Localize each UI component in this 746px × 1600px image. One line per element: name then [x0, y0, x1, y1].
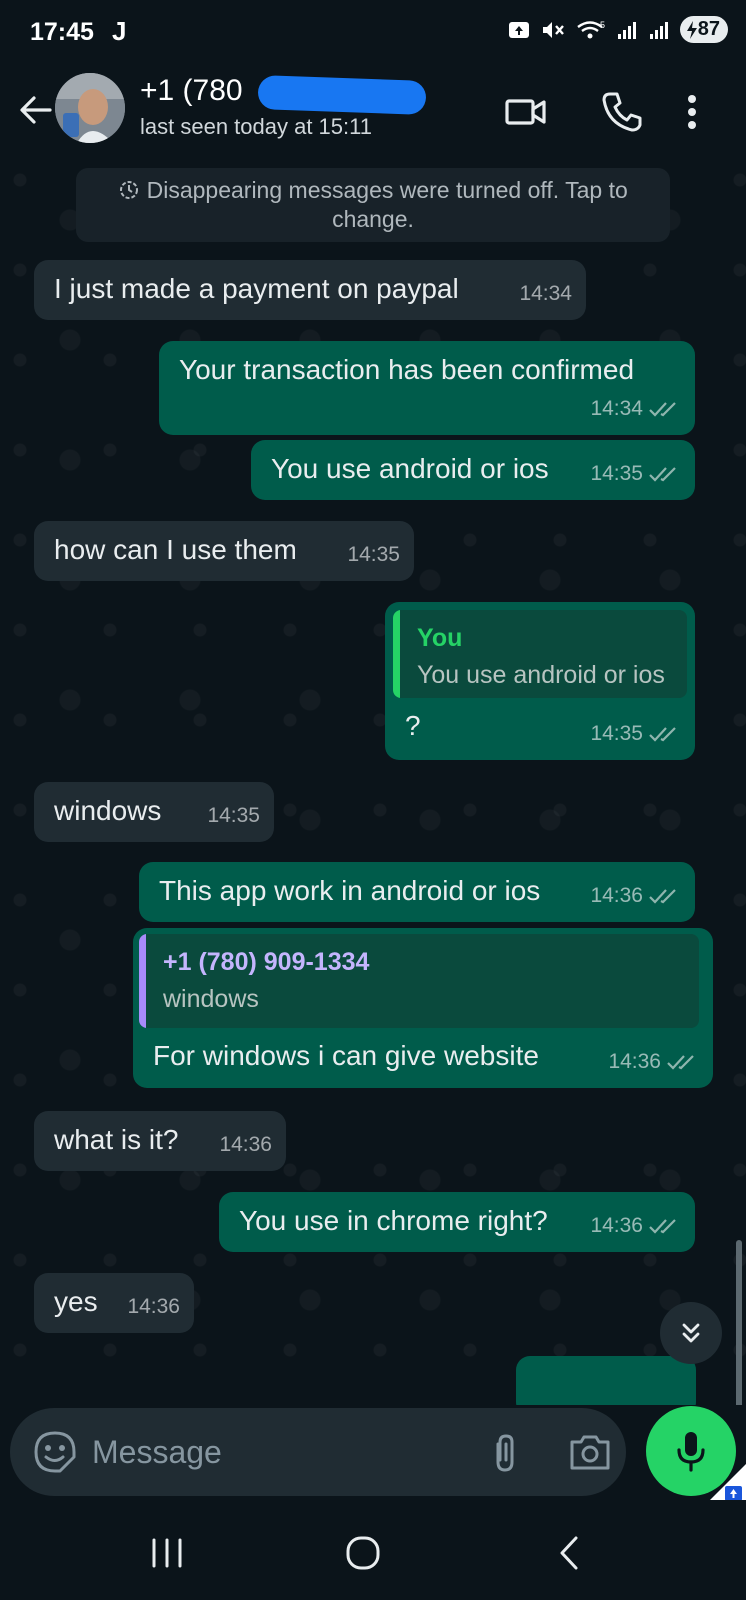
- message-time: 14:36: [590, 884, 643, 907]
- message-bubble-outgoing[interactable]: This app work in android or ios 14:36: [139, 862, 695, 922]
- message-bubble-outgoing[interactable]: You use in chrome right? 14:36: [219, 1192, 695, 1252]
- quote-author: You: [417, 624, 463, 652]
- scrollbar[interactable]: [736, 1240, 742, 1405]
- back-arrow-icon[interactable]: [14, 88, 58, 132]
- quote-text: You use android or ios: [417, 661, 665, 689]
- read-ticks-icon: [667, 1055, 694, 1070]
- back-nav-icon[interactable]: [544, 1530, 594, 1576]
- message-time: 14:35: [207, 804, 260, 827]
- message-text: For windows i can give website: [153, 1040, 539, 1071]
- message-bubble-outgoing-reply[interactable]: +1 (780) 909-1334 windows For windows i …: [133, 928, 713, 1088]
- read-ticks-icon: [649, 467, 676, 482]
- message-meta: 14:36: [608, 1044, 699, 1080]
- recent-apps-icon[interactable]: [142, 1530, 192, 1576]
- disappearing-messages-notice[interactable]: Disappearing messages were turned off. T…: [76, 168, 670, 242]
- notification-app-icon: J: [112, 16, 127, 46]
- read-ticks-icon: [649, 402, 676, 417]
- chat-area[interactable]: Disappearing messages were turned off. T…: [0, 160, 746, 1405]
- message-bubble-incoming[interactable]: windows 14:35: [34, 782, 274, 842]
- avatar[interactable]: [55, 73, 125, 143]
- message-bubble-incoming[interactable]: what is it? 14:36: [34, 1111, 286, 1171]
- message-input[interactable]: [92, 1424, 462, 1480]
- message-meta: 14:36: [590, 1208, 681, 1244]
- scroll-to-bottom-button[interactable]: [660, 1302, 722, 1364]
- message-text: ?: [405, 710, 421, 741]
- battery-indicator: 87: [679, 16, 728, 43]
- disappearing-notice-text: Disappearing messages were turned off. T…: [146, 177, 628, 232]
- message-bubble-outgoing-reply[interactable]: You You use android or ios ? 14:35: [385, 602, 695, 760]
- message-text: This app work in android or ios: [159, 875, 541, 906]
- last-seen-status: last seen today at 15:11: [140, 114, 372, 139]
- quote-text: windows: [163, 985, 259, 1013]
- message-text: yes: [54, 1286, 98, 1317]
- status-time: 17:45: [30, 18, 94, 46]
- message-text: Your transaction has been confirmed: [179, 354, 635, 385]
- status-bar: 17:45 J 5 87: [0, 0, 746, 64]
- system-navigation-bar: [0, 1500, 746, 1600]
- battery-level: 87: [697, 18, 720, 40]
- sticker-emoji-icon[interactable]: [32, 1429, 78, 1475]
- read-ticks-icon: [649, 889, 676, 904]
- message-meta: 14:34: [519, 276, 572, 312]
- message-text: how can I use them: [54, 534, 297, 565]
- message-time: 14:35: [347, 543, 400, 566]
- quote-accent-bar: [139, 934, 146, 1028]
- message-meta: 14:35: [590, 456, 681, 492]
- message-bubble-incoming[interactable]: I just made a payment on paypal 14:34: [34, 260, 586, 320]
- message-time: 14:36: [608, 1050, 661, 1073]
- video-call-icon[interactable]: [502, 88, 550, 136]
- quoted-message[interactable]: +1 (780) 909-1334 windows: [139, 934, 699, 1028]
- message-time: 14:34: [590, 397, 643, 420]
- message-text: You use android or ios: [271, 453, 549, 484]
- message-meta: 14:34: [590, 391, 681, 427]
- network-label: 5: [600, 20, 605, 30]
- message-time: 14:36: [127, 1295, 180, 1318]
- message-time: 14:36: [219, 1133, 272, 1156]
- message-bubble-outgoing[interactable]: You use android or ios 14:35: [251, 440, 695, 500]
- message-time: 14:35: [590, 462, 643, 485]
- read-ticks-icon: [649, 1219, 676, 1234]
- message-meta: 14:36: [127, 1289, 180, 1325]
- message-bubble-incoming[interactable]: yes 14:36: [34, 1273, 194, 1333]
- message-time: 14:34: [519, 282, 572, 305]
- voice-call-icon[interactable]: [598, 88, 646, 136]
- charging-icon: [686, 20, 697, 39]
- double-chevron-down-icon: [682, 1323, 700, 1343]
- signal-icon-2: [649, 21, 668, 39]
- redaction-mark: [257, 75, 427, 115]
- home-icon[interactable]: [338, 1530, 388, 1576]
- message-bubble-outgoing-partial[interactable]: [516, 1356, 696, 1405]
- message-bubble-outgoing[interactable]: Your transaction has been confirmed 14:3…: [159, 341, 695, 435]
- message-text: what is it?: [54, 1124, 179, 1155]
- status-icons: 5 87: [508, 16, 728, 43]
- signal-icon-1: [617, 21, 636, 39]
- camera-icon[interactable]: [568, 1430, 612, 1474]
- quote-accent-bar: [393, 610, 400, 698]
- message-composer: [10, 1408, 626, 1496]
- message-time: 14:35: [590, 722, 643, 745]
- contact-name[interactable]: +1 (780: [140, 74, 243, 108]
- message-text: I just made a payment on paypal: [54, 273, 459, 304]
- message-text: windows: [54, 795, 162, 826]
- message-meta: 14:35: [347, 537, 400, 573]
- read-ticks-icon: [649, 727, 676, 742]
- paperclip-icon[interactable]: [484, 1430, 528, 1474]
- message-meta: 14:35: [207, 798, 260, 834]
- quoted-message[interactable]: You You use android or ios: [393, 610, 687, 698]
- quote-author: +1 (780) 909-1334: [163, 948, 370, 976]
- message-meta: 14:36: [219, 1127, 272, 1163]
- message-meta: 14:35: [590, 716, 681, 752]
- message-time: 14:36: [590, 1214, 643, 1237]
- wifi-icon: 5: [577, 20, 605, 38]
- chat-header: +1 (780 last seen today at 15:11: [0, 64, 746, 160]
- avatar-photo: [55, 73, 125, 143]
- message-bubble-incoming[interactable]: how can I use them 14:35: [34, 521, 414, 581]
- timer-icon: [120, 181, 139, 199]
- notification-upload-icon: [508, 21, 529, 38]
- message-meta: 14:36: [590, 878, 681, 914]
- mute-icon: [542, 21, 564, 38]
- more-options-icon[interactable]: [680, 88, 704, 136]
- message-text: You use in chrome right?: [239, 1205, 548, 1236]
